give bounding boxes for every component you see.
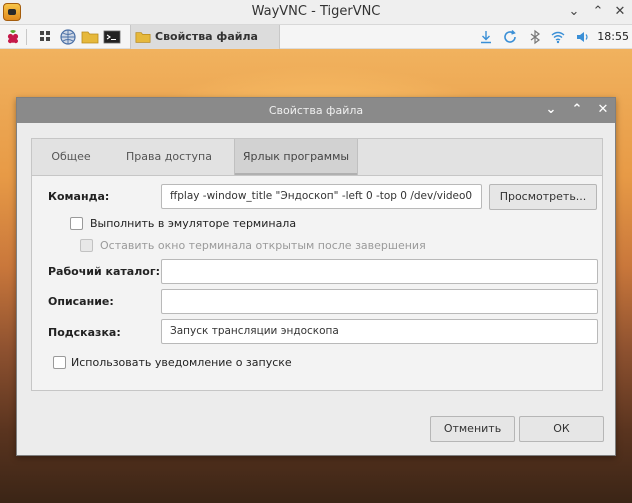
startup-notify-checkbox[interactable] xyxy=(53,356,66,369)
vnc-window-title: WayVNC - TigerVNC xyxy=(251,4,381,19)
tooltip-input[interactable]: Запуск трансляции эндоскопа xyxy=(161,319,598,344)
apps-grid-icon[interactable] xyxy=(36,28,54,46)
chevron-down-icon[interactable]: ⌄ xyxy=(566,4,582,20)
file-manager-icon[interactable] xyxy=(81,28,99,46)
description-label: Описание: xyxy=(48,295,114,308)
tooltip-label: Подсказка: xyxy=(48,326,121,339)
workdir-label: Рабочий каталог: xyxy=(48,265,160,278)
keep-terminal-open-checkbox xyxy=(80,239,93,252)
close-icon[interactable]: ✕ xyxy=(595,102,611,118)
description-input[interactable] xyxy=(161,289,598,314)
download-icon[interactable] xyxy=(478,29,494,45)
raspberry-menu-icon[interactable] xyxy=(4,28,22,46)
tab-program-shortcut[interactable]: Ярлык программы xyxy=(234,139,358,175)
update-sync-icon[interactable] xyxy=(502,29,518,45)
taskbar-item-file-properties[interactable]: Свойства файла xyxy=(130,25,280,49)
tab-general[interactable]: Общее xyxy=(40,139,102,175)
wifi-icon[interactable] xyxy=(550,29,566,45)
command-input[interactable]: ffplay -window_title "Эндоскоп" -left 0 … xyxy=(161,184,482,209)
bluetooth-icon[interactable] xyxy=(527,29,543,45)
folder-icon xyxy=(135,32,151,43)
taskbar: Свойства файла 18:55 xyxy=(0,25,632,49)
cancel-button[interactable]: Отменить xyxy=(430,416,515,442)
tab-bar: Общее Права доступа Ярлык программы xyxy=(31,138,603,175)
chevron-up-icon[interactable]: ⌃ xyxy=(569,102,585,118)
file-properties-dialog: Свойства файла ⌄ ⌃ ✕ Общее Права доступа… xyxy=(16,97,616,456)
run-in-terminal-checkbox[interactable] xyxy=(70,217,83,230)
dialog-title: Свойства файла xyxy=(268,104,364,117)
web-browser-icon[interactable] xyxy=(59,28,77,46)
command-label: Команда: xyxy=(48,190,110,203)
taskbar-item-label: Свойства файла xyxy=(155,30,258,43)
startup-notify-label: Использовать уведомление о запуске xyxy=(71,356,292,369)
run-in-terminal-label: Выполнить в эмуляторе терминала xyxy=(90,217,297,230)
close-icon[interactable]: ✕ xyxy=(612,4,628,20)
browse-button[interactable]: Просмотреть... xyxy=(489,184,597,210)
dialog-titlebar[interactable]: Свойства файла ⌄ ⌃ ✕ xyxy=(17,98,615,123)
chevron-down-icon[interactable]: ⌄ xyxy=(543,102,559,118)
vnc-titlebar: WayVNC - TigerVNC ⌄ ⌃ ✕ xyxy=(0,0,632,25)
clock: 18:55 xyxy=(597,30,629,43)
terminal-icon[interactable] xyxy=(103,28,121,46)
tab-permissions[interactable]: Права доступа xyxy=(108,139,230,175)
shortcut-panel: Команда: ffplay -window_title "Эндоскоп"… xyxy=(31,175,603,391)
ok-button[interactable]: ОК xyxy=(519,416,604,442)
chevron-up-icon[interactable]: ⌃ xyxy=(590,4,606,20)
workdir-input[interactable] xyxy=(161,259,598,284)
keep-terminal-open-label: Оставить окно терминала открытым после з… xyxy=(100,239,426,252)
taskbar-separator xyxy=(26,29,27,45)
volume-icon[interactable] xyxy=(575,29,591,45)
